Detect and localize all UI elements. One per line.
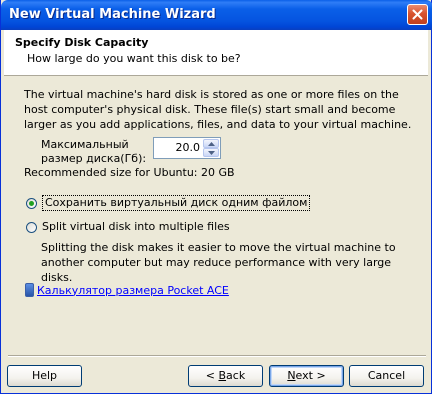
spin-down-button[interactable] <box>203 148 219 157</box>
radio-split-files[interactable]: Split virtual disk into multiple files <box>26 220 230 234</box>
split-description: Splitting the disk makes it easier to mo… <box>41 241 396 284</box>
button-divider <box>8 355 426 357</box>
calculator-icon <box>25 283 34 297</box>
radio-single-file-label[interactable]: Сохранить виртуальный диск одним файлом <box>42 195 311 211</box>
radio-single-file[interactable]: Сохранить виртуальный диск одним файлом <box>26 195 311 211</box>
close-button[interactable] <box>407 4 428 25</box>
cancel-button[interactable]: Cancel <box>349 365 424 387</box>
close-icon <box>412 9 423 20</box>
page-subtitle: How large do you want this disk to be? <box>27 52 241 65</box>
back-button[interactable]: < Back <box>188 365 263 387</box>
back-prefix: < <box>205 369 219 382</box>
back-rest: ack <box>226 369 246 382</box>
pocket-ace-calculator-link[interactable]: Калькулятор размера Pocket ACE <box>25 283 229 297</box>
calculator-link-label[interactable]: Калькулятор размера Pocket ACE <box>37 284 229 297</box>
disk-description: The virtual machine's hard disk is store… <box>24 88 412 131</box>
max-size-label: Максимальный размер диска(Гб): <box>41 138 147 165</box>
back-accelerator: B <box>218 369 227 382</box>
window-title: New Virtual Machine Wizard <box>9 7 216 22</box>
next-accelerator: N <box>287 369 296 382</box>
help-button[interactable]: Help <box>7 365 82 387</box>
recommended-size: Recommended size for Ubuntu: 20 GB <box>24 166 235 179</box>
disk-size-spinner[interactable]: 20.0 <box>153 137 221 159</box>
spinner-buttons <box>203 139 219 157</box>
title-bar[interactable]: New Virtual Machine Wizard <box>1 0 432 30</box>
radio-selected-icon[interactable] <box>26 197 37 209</box>
page-title: Specify Disk Capacity <box>15 36 149 49</box>
disk-size-input[interactable]: 20.0 <box>154 138 201 158</box>
radio-split-files-label[interactable]: Split virtual disk into multiple files <box>42 220 230 234</box>
spin-up-button[interactable] <box>203 139 219 148</box>
next-rest: ext > <box>295 369 326 382</box>
arrow-up-icon <box>207 141 215 146</box>
wizard-header: Specify Disk Capacity How large do you w… <box>4 30 428 76</box>
arrow-down-icon <box>207 150 215 155</box>
radio-dot <box>29 200 34 206</box>
radio-unselected-icon[interactable] <box>26 221 37 233</box>
next-button[interactable]: Next > <box>269 365 344 387</box>
wizard-window: New Virtual Machine Wizard Specify Disk … <box>0 0 432 394</box>
